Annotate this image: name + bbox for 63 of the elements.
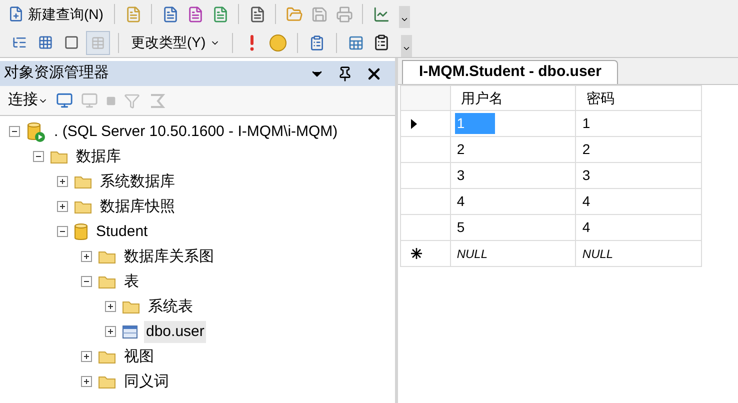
tree-item[interactable]: 同义词 xyxy=(122,370,171,392)
change-type-button[interactable]: 更改类型(Y) xyxy=(127,30,224,54)
expand-icon[interactable] xyxy=(57,176,68,187)
collapse-icon[interactable] xyxy=(33,151,44,162)
caret-icon xyxy=(402,44,411,53)
expand-icon[interactable] xyxy=(105,326,116,337)
new-row-icon xyxy=(411,248,422,259)
row-selector[interactable] xyxy=(400,110,450,136)
tree-item[interactable]: 视图 xyxy=(122,346,156,368)
table-cell[interactable]: 4 xyxy=(580,191,592,212)
collapse-icon[interactable] xyxy=(9,126,20,137)
new-file-icon xyxy=(8,6,24,22)
expand-icon[interactable] xyxy=(81,376,92,387)
database-icon xyxy=(74,222,88,240)
table-cell[interactable]: 3 xyxy=(454,165,467,186)
folder-icon xyxy=(74,200,92,214)
folder-icon xyxy=(50,150,68,164)
column-header[interactable]: 用户名 xyxy=(450,86,576,110)
table-cell[interactable]: NULL xyxy=(454,245,490,263)
expand-icon[interactable] xyxy=(81,351,92,362)
table-icon xyxy=(122,324,138,338)
folder-icon xyxy=(98,274,116,288)
folder-icon xyxy=(74,174,92,188)
expand-icon[interactable] xyxy=(57,201,68,212)
folder-icon xyxy=(122,300,140,314)
tree-item[interactable]: 系统数据库 xyxy=(98,170,177,192)
folder-icon xyxy=(98,350,116,364)
table-cell[interactable]: 5 xyxy=(454,217,467,238)
new-query-button[interactable]: 新建查询(N) xyxy=(4,2,108,26)
row-selector[interactable] xyxy=(400,240,450,266)
tree-item[interactable]: dbo.user xyxy=(144,320,206,342)
tree-item[interactable]: 表 xyxy=(122,270,141,292)
connect-icon[interactable] xyxy=(56,92,73,109)
expand-icon[interactable] xyxy=(105,301,116,312)
table-cell[interactable]: 4 xyxy=(454,191,467,212)
panel-title: 对象资源管理器 xyxy=(4,63,110,84)
table-cell[interactable]: 1 xyxy=(580,113,592,134)
overflow-button[interactable] xyxy=(400,35,412,57)
tree-item[interactable]: . (SQL Server 10.50.1600 - I-MQM\i-MQM) xyxy=(52,120,340,142)
folder-icon xyxy=(98,374,116,388)
table-cell[interactable]: 4 xyxy=(580,217,592,238)
expand-icon[interactable] xyxy=(81,251,92,262)
tree-item[interactable]: 数据库快照 xyxy=(98,196,177,218)
server-icon xyxy=(26,122,46,142)
column-header[interactable]: 密码 xyxy=(576,86,702,110)
tree-item[interactable]: Student xyxy=(94,220,150,242)
table-cell[interactable]: NULL xyxy=(580,245,616,263)
pin-icon[interactable] xyxy=(337,66,353,82)
tree-item[interactable]: 系统表 xyxy=(146,296,195,318)
collapse-icon[interactable] xyxy=(57,226,68,237)
overflow-button[interactable] xyxy=(399,6,410,28)
document-tab[interactable]: I-MQM.Student - dbo.user xyxy=(402,60,618,84)
table-cell[interactable]: 2 xyxy=(454,139,467,160)
table-cell[interactable]: 3 xyxy=(580,165,592,186)
table-icon xyxy=(91,36,105,50)
collapse-icon[interactable] xyxy=(81,276,92,287)
connect-button[interactable]: 连接 xyxy=(8,89,48,112)
caret-icon xyxy=(400,15,410,24)
folder-icon xyxy=(98,250,116,264)
current-row-icon xyxy=(411,118,417,128)
tree-item[interactable]: 数据库 xyxy=(74,146,123,168)
table-cell[interactable]: 2 xyxy=(580,139,592,160)
tree-item[interactable]: 数据库关系图 xyxy=(122,246,216,268)
